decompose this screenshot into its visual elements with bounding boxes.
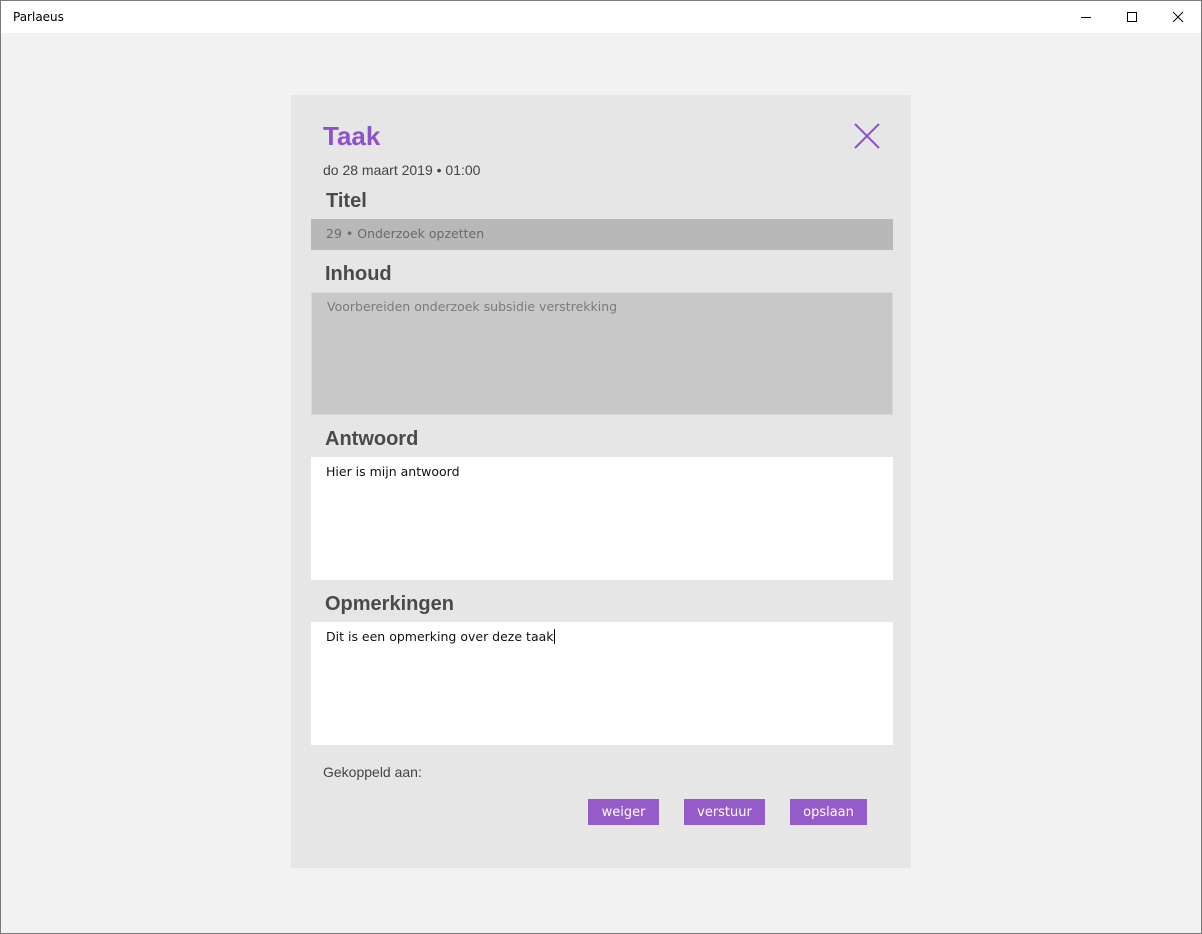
- app-window: Parlaeus Taak do 28 maart 2019 • 01:00 T…: [0, 0, 1202, 934]
- window-close-icon: [1172, 11, 1184, 23]
- dialog-title: Taak: [323, 121, 381, 151]
- antwoord-label: Antwoord: [325, 428, 419, 450]
- inhoud-field[interactable]: Voorbereiden onderzoek subsidie verstrek…: [311, 292, 893, 415]
- inhoud-label: Inhoud: [325, 263, 392, 285]
- window-close-button[interactable]: [1155, 1, 1201, 33]
- task-dialog: Taak do 28 maart 2019 • 01:00 Titel 29 •…: [291, 95, 911, 868]
- close-dialog-button[interactable]: [852, 121, 882, 151]
- titel-field[interactable]: 29 • Onderzoek opzetten: [311, 219, 893, 250]
- gekoppeld-label: Gekoppeld aan:: [323, 764, 422, 780]
- antwoord-field[interactable]: Hier is mijn antwoord: [311, 457, 893, 580]
- app-title: Parlaeus: [13, 10, 64, 24]
- weiger-button[interactable]: weiger: [588, 799, 659, 825]
- close-icon: [854, 123, 880, 149]
- title-bar[interactable]: Parlaeus: [1, 1, 1201, 33]
- opmerkingen-text: Dit is een opmerking over deze taak: [326, 629, 554, 644]
- maximize-button[interactable]: [1109, 1, 1155, 33]
- opmerkingen-label: Opmerkingen: [325, 593, 454, 615]
- opmerkingen-field[interactable]: Dit is een opmerking over deze taak: [311, 622, 893, 745]
- titel-label: Titel: [326, 190, 367, 212]
- maximize-icon: [1127, 12, 1137, 22]
- minimize-button[interactable]: [1063, 1, 1109, 33]
- minimize-icon: [1081, 17, 1091, 18]
- opslaan-button[interactable]: opslaan: [790, 799, 867, 825]
- task-date: do 28 maart 2019 • 01:00: [323, 162, 481, 178]
- text-caret: [553, 629, 555, 644]
- verstuur-button[interactable]: verstuur: [684, 799, 765, 825]
